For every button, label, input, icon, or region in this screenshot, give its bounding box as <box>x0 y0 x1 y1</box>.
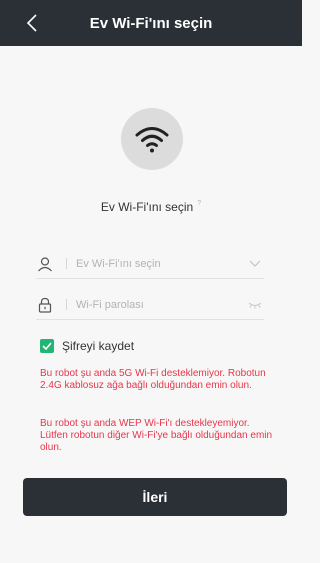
chevron-left-icon <box>26 14 38 32</box>
password-field[interactable] <box>36 290 264 320</box>
remember-label: Şifreyi kaydet <box>62 339 135 353</box>
prompt-text: Ev Wi-Fi'ını seçin <box>100 200 194 214</box>
remember-password: Şifreyi kaydet <box>40 339 134 353</box>
remember-checkbox[interactable] <box>40 339 54 353</box>
wifi-icon <box>134 124 170 154</box>
back-button[interactable] <box>22 13 42 33</box>
help-icon[interactable]: ? <box>197 200 201 207</box>
wifi-badge <box>121 108 183 170</box>
chevron-down-icon[interactable] <box>246 257 264 271</box>
field-divider <box>66 299 67 310</box>
next-button[interactable]: İleri <box>23 478 287 516</box>
top-bar: Ev Wi-Fi'ını seçin <box>0 0 302 46</box>
field-divider <box>66 258 67 269</box>
user-icon <box>36 255 54 273</box>
ssid-field[interactable] <box>36 249 264 279</box>
ssid-input[interactable] <box>76 257 246 270</box>
eye-closed-icon[interactable] <box>246 298 264 312</box>
check-icon <box>42 342 52 350</box>
page-title: Ev Wi-Fi'ını seçin <box>89 14 213 32</box>
wifi-prompt: Ev Wi-Fi'ını seçin? <box>0 200 302 214</box>
warning-5ghz: Bu robot şu anda 5G Wi-Fi desteklemiyor.… <box>40 368 266 391</box>
warning-wep: Bu robot şu anda WEP Wi-Fi'ı destekleyem… <box>40 418 273 453</box>
lock-icon <box>36 296 54 314</box>
password-input[interactable] <box>76 298 246 311</box>
